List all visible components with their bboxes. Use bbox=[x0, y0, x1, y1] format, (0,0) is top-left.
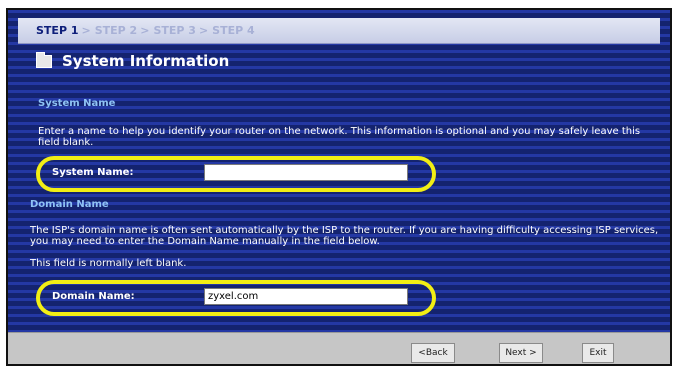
wizard-content: STEP 1 > STEP 2 > STEP 3 > STEP 4 System… bbox=[8, 10, 670, 332]
system-name-label: System Name: bbox=[52, 167, 134, 178]
domain-name-heading: Domain Name bbox=[30, 199, 109, 210]
domain-name-label: Domain Name: bbox=[52, 291, 135, 302]
page-header: System Information bbox=[36, 51, 230, 70]
step-separator: > bbox=[81, 24, 91, 37]
domain-name-input[interactable] bbox=[204, 288, 408, 305]
step-separator: > bbox=[198, 24, 209, 37]
back-button[interactable]: <Back bbox=[411, 343, 455, 363]
wizard-window: STEP 1 > STEP 2 > STEP 3 > STEP 4 System… bbox=[6, 8, 672, 366]
step-2-label: STEP 2 bbox=[94, 24, 138, 37]
folder-icon bbox=[36, 51, 52, 68]
domain-name-note: This field is normally left blank. bbox=[30, 258, 187, 269]
system-name-heading: System Name bbox=[38, 98, 116, 109]
step-indicator: STEP 1 > STEP 2 > STEP 3 > STEP 4 bbox=[18, 18, 660, 44]
step-3-label: STEP 3 bbox=[153, 24, 196, 37]
next-button[interactable]: Next > bbox=[499, 343, 543, 363]
step-separator: > bbox=[140, 24, 150, 37]
step-4-label: STEP 4 bbox=[212, 24, 255, 37]
exit-button[interactable]: Exit bbox=[582, 343, 614, 363]
step-1-label: STEP 1 bbox=[36, 24, 79, 37]
system-name-input[interactable] bbox=[204, 164, 408, 181]
button-bar: <Back Next > Exit bbox=[8, 332, 670, 364]
domain-name-description: The ISP's domain name is often sent auto… bbox=[30, 225, 659, 247]
system-name-description: Enter a name to help you identify your r… bbox=[38, 126, 641, 148]
page-title: System Information bbox=[62, 52, 230, 70]
